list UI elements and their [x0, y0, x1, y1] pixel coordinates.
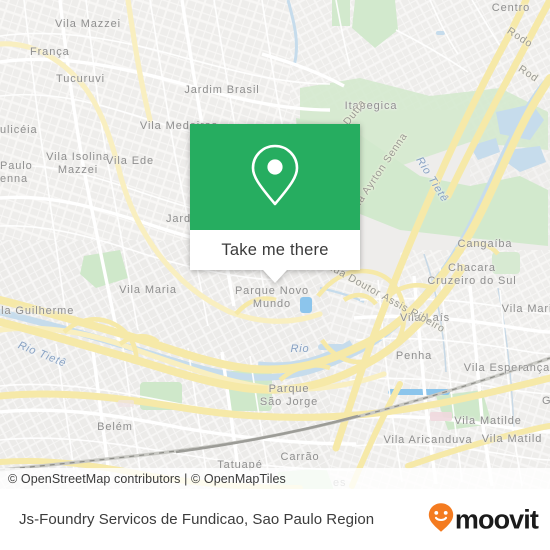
popup-body[interactable]: Take me there	[190, 230, 360, 270]
popup-pointer-tail	[263, 270, 287, 283]
map-pin-icon	[247, 142, 303, 213]
footer-bar: Js-Foundry Servicos de Fundicao, Sao Pau…	[0, 489, 550, 550]
popup-header	[190, 124, 360, 230]
map-attribution-bar: © OpenStreetMap contributors | © OpenMap…	[0, 468, 550, 489]
location-popup-card[interactable]: Take me there	[190, 124, 360, 283]
moovit-logo[interactable]: moovit	[428, 502, 539, 537]
page-title: Js-Foundry Servicos de Fundicao, Sao Pau…	[19, 511, 375, 528]
moovit-map-screen: Vila Mazzei França Tucuruvi Jardim Brasil Vi…	[0, 0, 550, 550]
moovit-wordmark: moovit	[454, 504, 539, 534]
moovit-smiley-pin-icon	[428, 502, 454, 537]
take-me-there-button[interactable]: Take me there	[221, 241, 328, 260]
attribution-text[interactable]: © OpenStreetMap contributors | © OpenMap…	[0, 472, 286, 486]
